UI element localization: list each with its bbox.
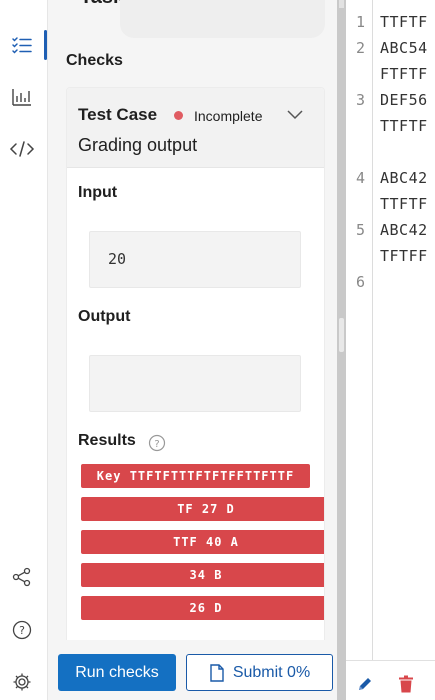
line-number: 5 [356, 221, 366, 239]
code-line: TTFTF [380, 13, 428, 31]
results-label: Results [78, 432, 136, 449]
test-case-title: Test Case [78, 105, 158, 124]
result-badge-key: Key TTFTFTTTFTFTFFTTFTTF [81, 464, 310, 488]
line-number: 3 [356, 91, 366, 109]
status-dot [174, 111, 183, 120]
editor-toolbar [346, 660, 435, 700]
left-rail: ? [0, 0, 48, 700]
code-line: ABC42 [380, 169, 428, 187]
test-case-card: Test Case Incomplete Grading output Inpu… [66, 87, 325, 647]
code-line: TFTFF [380, 247, 428, 265]
result-badge: TTF 40 A [81, 530, 324, 554]
splitter-grip[interactable] [339, 318, 344, 352]
checks-panel: Tasks Checks Test Case Incomplete Gradin… [48, 0, 337, 700]
svg-text:?: ? [154, 439, 159, 450]
code-line: TTFTF [380, 195, 428, 213]
submit-button[interactable]: Submit 0% [186, 654, 333, 691]
svg-text:?: ? [19, 624, 25, 637]
settings-icon[interactable] [8, 668, 36, 696]
trash-icon[interactable] [398, 675, 414, 693]
line-number: 6 [356, 273, 366, 291]
chevron-down-icon[interactable] [285, 104, 305, 124]
code-line: ABC42 [380, 221, 428, 239]
code-line: ABC54 [380, 39, 428, 57]
top-tab-pill [120, 0, 325, 38]
question-icon[interactable]: ? [148, 434, 166, 452]
code-icon[interactable] [8, 135, 36, 163]
active-indicator [44, 30, 47, 60]
output-box [89, 355, 301, 412]
code-line: DEF56 [380, 91, 428, 109]
panel-footer: Run checks Submit 0% [48, 640, 337, 700]
input-label: Input [78, 184, 118, 201]
input-value: 20 [108, 250, 127, 268]
share-icon[interactable] [8, 563, 36, 591]
document-icon [210, 663, 224, 682]
run-checks-button[interactable]: Run checks [58, 654, 176, 691]
line-number: 1 [356, 13, 366, 31]
line-gutter: 1 2 3 4 5 6 [346, 0, 373, 660]
help-circle-icon[interactable]: ? [8, 616, 36, 644]
line-number: 4 [356, 169, 366, 187]
bar-chart-icon[interactable] [8, 83, 36, 111]
input-box: 20 [89, 231, 301, 288]
result-badge: 34 B [81, 563, 324, 587]
status-badge: Incomplete [194, 108, 263, 124]
line-number: 2 [356, 39, 366, 57]
code-editor[interactable]: 1 2 3 4 5 6 TTFTF ABC54 FTFTF DEF56 TTFT… [346, 0, 435, 700]
test-case-header[interactable]: Test Case Incomplete Grading output [67, 88, 324, 168]
pencil-icon[interactable] [356, 675, 374, 693]
task-list-icon[interactable] [8, 31, 36, 59]
checks-heading: Checks [66, 52, 123, 69]
submit-label: Submit 0% [232, 663, 311, 681]
result-badge: 26 D [81, 596, 324, 620]
test-case-subtitle: Grading output [78, 135, 198, 155]
output-label: Output [78, 308, 131, 325]
code-line: FTFTF [380, 65, 428, 83]
result-badge: TF 27 D [81, 497, 324, 521]
code-line: TTFTF [380, 117, 428, 135]
splitter-top-handle [339, 0, 344, 8]
